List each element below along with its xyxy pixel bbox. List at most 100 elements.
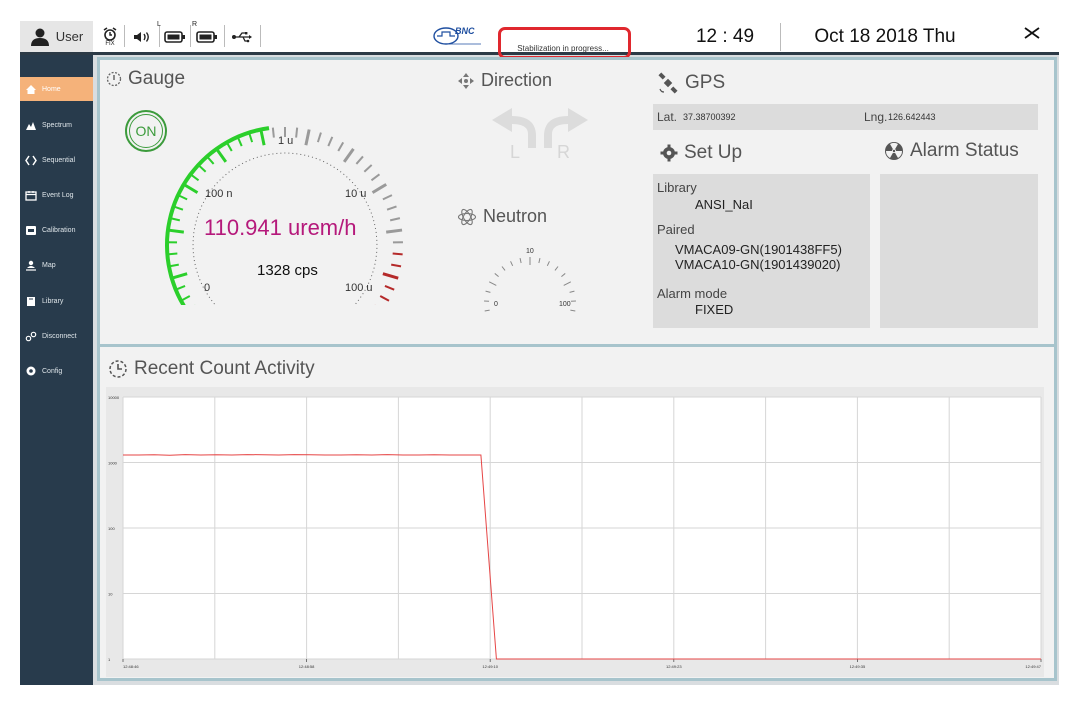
radiation-icon [885, 142, 903, 160]
gauge-label-0: 0 [204, 282, 211, 294]
neutron-tick [554, 266, 559, 271]
gauge-tick [391, 263, 402, 268]
battery-left-indicator [164, 25, 186, 49]
gauge-tick [382, 272, 399, 280]
gauge-title: Gauge [128, 68, 186, 89]
spectrum-icon [26, 121, 36, 130]
sidebar-item-library[interactable]: Library [20, 289, 93, 313]
y-tick-label: 100 [108, 526, 115, 531]
gauge-label-100n: 100 n [205, 188, 233, 200]
neutron-tick [538, 257, 541, 264]
count-activity-panel: Recent Count Activity 10000 1000 100 10 1 12:… [97, 344, 1057, 681]
bnc-logo-text: BNC [455, 26, 475, 36]
direction-arrows [492, 108, 588, 148]
paired-device-1: VMACA09-GN(1901438FF5) [675, 242, 842, 257]
direction-arrows-icon [458, 72, 474, 89]
gauge-tick [363, 164, 373, 173]
sidebar-item-label: Calibration [42, 226, 76, 234]
gauge-tick [342, 148, 355, 163]
divider [780, 23, 781, 51]
clock-date: Oct 18 2018 Thu [814, 26, 956, 47]
gear-icon [26, 366, 36, 376]
battery-icon [196, 31, 217, 43]
count-activity-header: Recent Count Activity [108, 358, 315, 380]
sidebar-item-label: Sequential [42, 156, 76, 164]
gauge-tick [384, 285, 395, 291]
sidebar-item-home[interactable]: Home [20, 77, 93, 101]
divider [124, 25, 125, 47]
library-label: Library [657, 180, 697, 195]
neutron-tick [563, 281, 572, 286]
x-tick-label: 12:49:47 [1025, 664, 1041, 669]
neutron-tick [519, 257, 522, 264]
neutron-tick [561, 273, 566, 278]
sidebar: Home Spectrum Sequential Event Log Calib… [20, 55, 93, 685]
status-panel: Gauge ON 1 u 100 n 10 u 0 100 u 110.941 … [97, 57, 1057, 347]
sidebar-item-map[interactable]: Map [20, 253, 93, 277]
neutron-tick [488, 281, 497, 286]
sidebar-item-event-log[interactable]: Event Log [20, 183, 93, 207]
user-icon [30, 28, 49, 46]
sidebar-item-spectrum[interactable]: Spectrum [20, 113, 93, 137]
battery-left-label: L [157, 21, 161, 28]
setup-title: Set Up [684, 142, 743, 163]
gps-coordinates-bar: Lat. 37.38700392 Lng. 126.642443 [653, 104, 1038, 130]
gps-title: GPS [685, 72, 726, 93]
user-menu[interactable]: User [20, 21, 93, 52]
gauge-tick [215, 148, 228, 163]
calendar-icon [25, 190, 37, 201]
close-icon [1024, 27, 1040, 39]
gauge-tick [385, 228, 403, 234]
neutron-header: Neutron [457, 206, 547, 227]
gauge-tick [182, 183, 199, 194]
alarm-mode-label: Alarm mode [657, 286, 728, 301]
neutron-tick [501, 266, 506, 271]
sidebar-item-calibration[interactable]: Calibration [20, 218, 93, 242]
battery-right-label: R [192, 21, 198, 28]
library-value: ANSI_NaI [695, 197, 753, 212]
neutron-tick [546, 261, 550, 267]
setup-header: Set Up [660, 142, 742, 164]
clock-time: 12 : 49 [695, 26, 755, 47]
alarm-mode-value: FIXED [695, 302, 734, 317]
neutron-tick [485, 290, 491, 293]
close-button[interactable] [1023, 24, 1041, 45]
alarm-status-box [880, 174, 1038, 328]
gauge-label-10u: 10 u [345, 188, 367, 200]
sidebar-item-disconnect[interactable]: Disconnect [20, 324, 93, 348]
speaker-button[interactable] [130, 25, 154, 49]
longitude-value: 126.642443 [888, 112, 936, 122]
gauge-tick [337, 141, 345, 152]
direction-header: Direction [457, 70, 552, 91]
count-activity-chart: 10000100010010112:48:46 12:48:58 12:49:10 1… [106, 387, 1044, 677]
bnc-logo: BNC [433, 24, 483, 46]
alarm-clock-fix-button[interactable]: FIX [100, 25, 120, 49]
gear-icon [660, 144, 678, 162]
gauge-tick [271, 127, 275, 138]
x-tick-label: 12:49:35 [850, 664, 866, 669]
neutron-tick [570, 309, 576, 312]
sidebar-item-label: Map [42, 261, 56, 269]
gauge-label-100u: 100 u [345, 282, 373, 294]
latitude-label: Lat. [657, 110, 678, 124]
sidebar-item-sequential[interactable]: Sequential [20, 148, 93, 172]
alarm-status-header: Alarm Status [884, 140, 1019, 162]
longitude-label: Lng. [864, 110, 888, 124]
alarm-status-title: Alarm Status [910, 140, 1019, 161]
gauge-tick [370, 173, 381, 182]
gauge-tick [386, 205, 397, 211]
speaker-icon [134, 32, 149, 42]
gauge-tick [379, 295, 390, 302]
y-tick-label: 1000 [108, 461, 118, 466]
gauge-icon [106, 71, 122, 87]
gauge-tick [167, 228, 185, 234]
paired-label: Paired [657, 222, 695, 237]
sidebar-item-config[interactable]: Config [20, 359, 93, 383]
gauge-tick [259, 129, 266, 146]
neutron-tick [484, 309, 490, 312]
user-label: User [55, 29, 84, 44]
y-tick-label: 10000 [108, 395, 120, 400]
neutron-label-10: 10 [526, 248, 534, 255]
sidebar-item-label: Spectrum [42, 121, 72, 129]
battery-right-indicator [196, 25, 218, 49]
